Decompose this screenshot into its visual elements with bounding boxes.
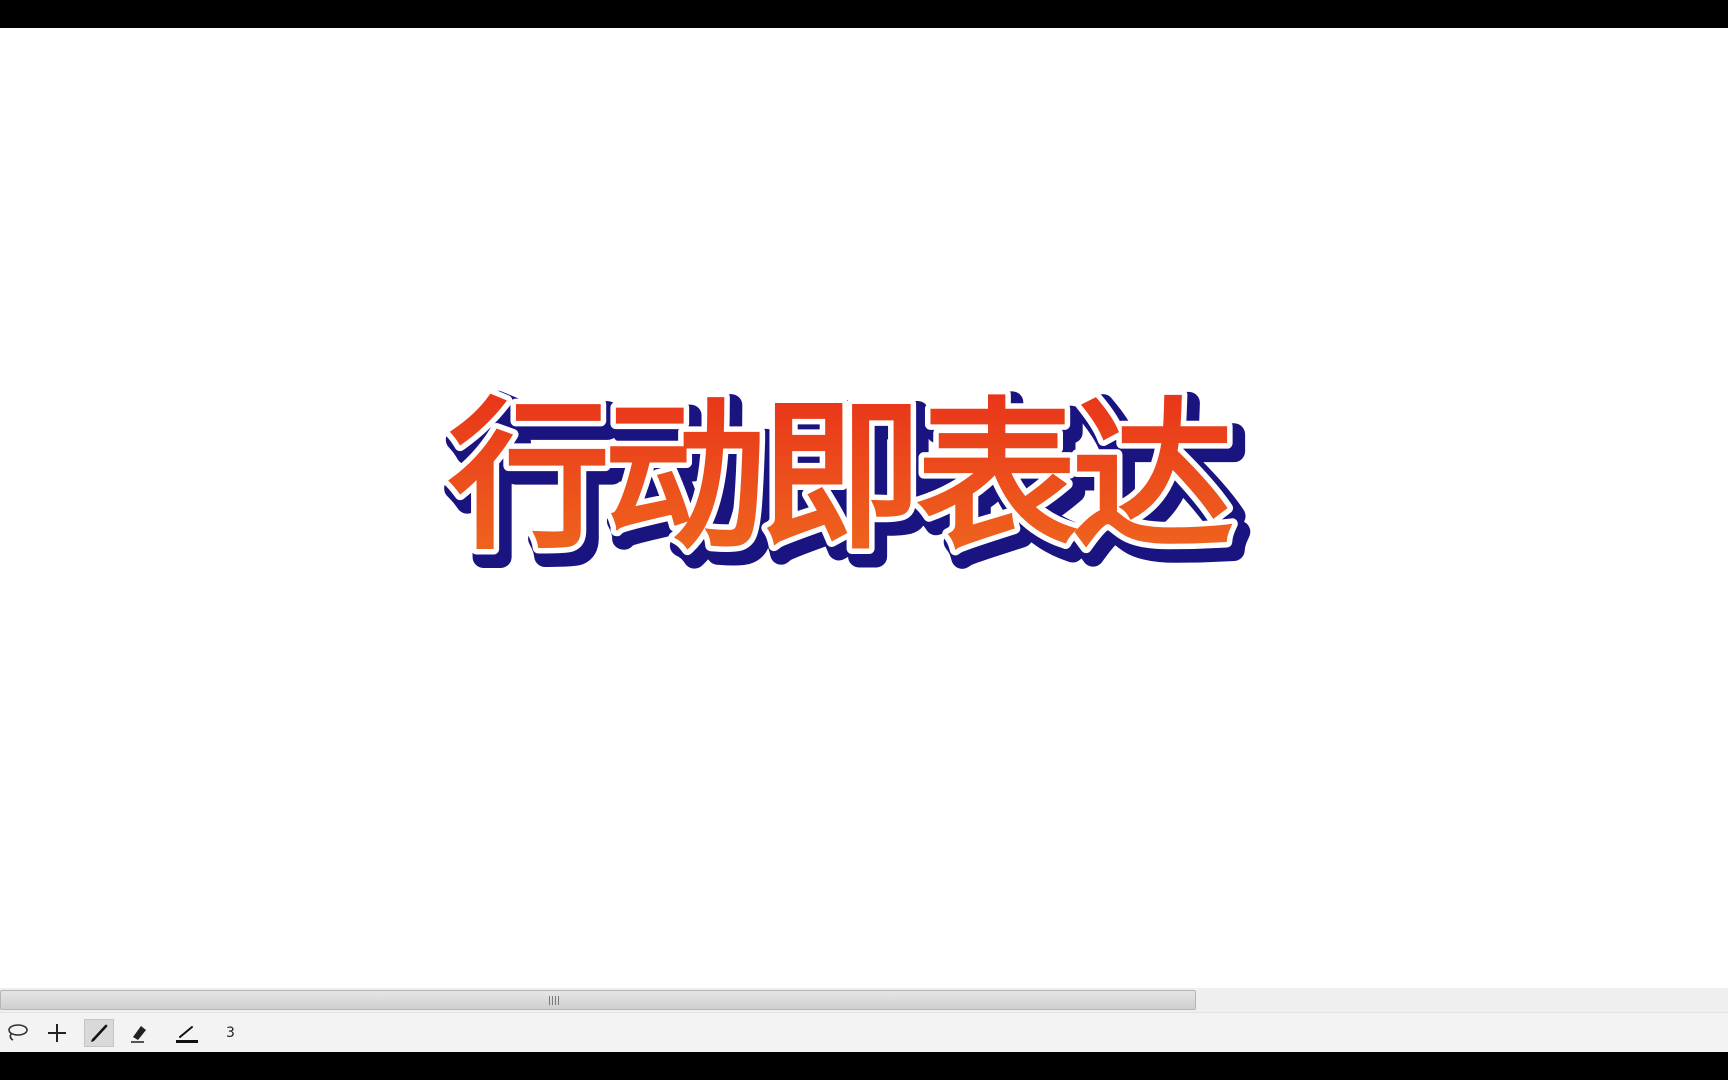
screen-frame: 行动即表达 行动即表达 行动即表达 3: [0, 0, 1728, 1080]
brush-icon: [91, 1024, 108, 1042]
eraser-icon: [131, 1026, 146, 1043]
pen-icon: [176, 1026, 198, 1043]
top-letterbox: [0, 0, 1728, 28]
drawing-canvas[interactable]: 行动即表达 行动即表达 行动即表达: [0, 28, 1728, 988]
stroke-size-value: 3: [226, 1025, 235, 1041]
title-svg: 行动即表达 行动即表达 行动即表达: [443, 379, 1257, 592]
scrollbar-thumb[interactable]: [0, 990, 1196, 1010]
pen-tool-button[interactable]: [172, 1019, 202, 1047]
title-text: 行动即表达: [448, 384, 1233, 572]
horizontal-scrollbar[interactable]: [0, 988, 1728, 1012]
crosshair-icon: [48, 1024, 66, 1042]
brush-tool-button[interactable]: [84, 1019, 114, 1047]
lasso-icon: [8, 1024, 28, 1041]
eraser-tool-button[interactable]: [124, 1019, 154, 1047]
scrollbar-grip-icon: [549, 996, 559, 1005]
crosshair-tool-button[interactable]: [42, 1019, 72, 1047]
bottom-letterbox: [0, 1052, 1728, 1080]
title-text-group: 行动即表达 行动即表达 行动即表达: [0, 28, 1728, 988]
lasso-tool-button[interactable]: [2, 1019, 32, 1047]
tool-bar: 3: [0, 1012, 1728, 1052]
